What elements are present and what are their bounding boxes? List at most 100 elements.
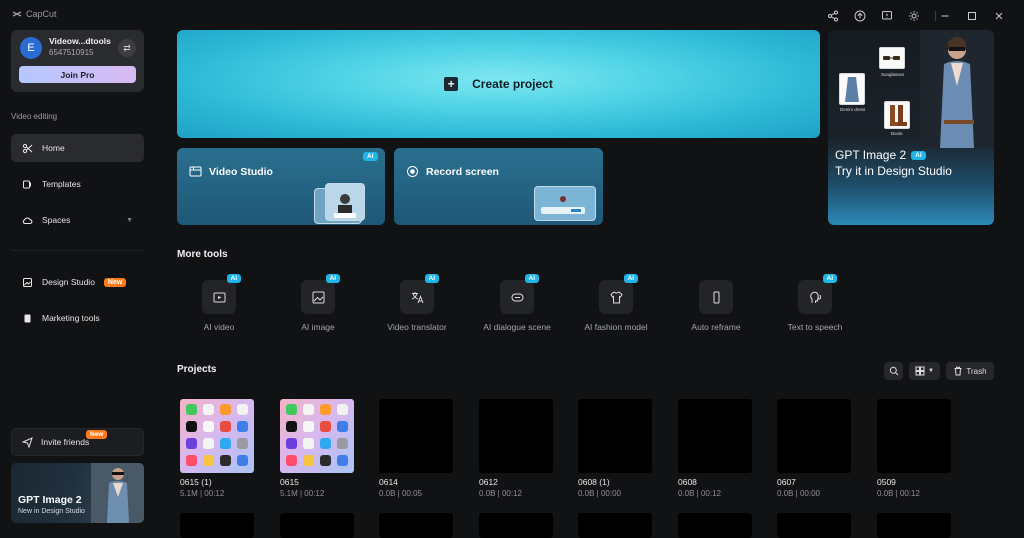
project-card[interactable]: 0615 (1) 5.1M | 00:12: [180, 399, 254, 498]
project-thumbnail[interactable]: [180, 513, 254, 538]
app-icon: [303, 438, 314, 449]
upload-icon[interactable]: [852, 8, 868, 24]
app-icon: [237, 438, 248, 449]
design-icon: [23, 277, 32, 287]
titlebar-divider: [935, 11, 936, 21]
sidebar-item-label: Design Studio: [42, 277, 95, 287]
app-icon: [237, 421, 248, 432]
tool-ai-video[interactable]: AI AI video: [169, 274, 269, 332]
more-tools-heading: More tools: [177, 249, 228, 260]
gpt-image-promo-sidebar[interactable]: GPT Image 2 New in Design Studio: [11, 463, 144, 523]
project-meta: 0.0B | 00:00: [777, 489, 820, 498]
sidebar-item-label: Templates: [42, 179, 81, 189]
promo-subtitle: Try it in Design Studio: [835, 164, 952, 178]
app-icon: [237, 455, 248, 466]
app-icon: [203, 438, 214, 449]
close-icon[interactable]: [991, 8, 1007, 24]
trash-icon: [954, 366, 962, 376]
capcut-logo-icon: [12, 11, 22, 17]
gpt-image-promo-card[interactable]: Sunglasses Denim dress Boots GPT Image 2…: [828, 30, 994, 225]
fashion-icon: AI: [599, 274, 638, 314]
sidebar-item-home[interactable]: Home: [11, 134, 144, 162]
ai-video-icon: AI: [202, 274, 241, 314]
sidebar-item-templates[interactable]: Templates: [11, 170, 144, 198]
sunglasses-product-image: [879, 47, 905, 69]
promo-title: GPT Image 2 AI: [835, 148, 926, 162]
ai-tag: AI: [623, 274, 638, 283]
app-icon: [186, 455, 197, 466]
new-badge: New: [103, 277, 127, 287]
view-mode-button[interactable]: ▼: [909, 362, 940, 380]
project-thumbnail: [180, 399, 254, 473]
project-card[interactable]: 0608 (1) 0.0B | 00:00: [578, 399, 652, 498]
app-icon: [220, 438, 231, 449]
join-pro-button[interactable]: Join Pro: [19, 66, 136, 83]
project-name: 0608: [678, 477, 697, 487]
project-card[interactable]: 0614 0.0B | 00:05: [379, 399, 453, 498]
project-thumbnail[interactable]: [678, 513, 752, 538]
project-card[interactable]: 0509 0.0B | 00:12: [877, 399, 951, 498]
ai-image-icon: AI: [301, 274, 340, 314]
dialogue-icon: AI: [500, 274, 539, 314]
minimize-icon[interactable]: [937, 8, 953, 24]
tool-label: AI image: [301, 322, 335, 332]
video-studio-title: Video Studio: [189, 165, 273, 178]
app-icon: [303, 455, 314, 466]
project-thumbnail: [877, 399, 951, 473]
avatar[interactable]: E: [20, 37, 42, 59]
app-icon: [220, 404, 231, 415]
translate-icon: AI: [400, 274, 439, 314]
project-thumbnail[interactable]: [479, 513, 553, 538]
project-card[interactable]: 0608 0.0B | 00:12: [678, 399, 752, 498]
tool-text-to-speech[interactable]: AI Text to speech: [765, 274, 865, 332]
trash-button[interactable]: Trash: [946, 362, 994, 380]
search-projects-button[interactable]: [884, 362, 903, 380]
project-thumbnail[interactable]: [877, 513, 951, 538]
video-studio-card[interactable]: Video Studio AI: [177, 148, 385, 225]
project-card[interactable]: 0607 0.0B | 00:00: [777, 399, 851, 498]
project-card[interactable]: 0615 5.1M | 00:12: [280, 399, 354, 498]
promo-title: GPT Image 2: [18, 494, 82, 506]
invite-friends-button[interactable]: Invite friends: [11, 428, 144, 456]
project-name: 0509: [877, 477, 896, 487]
sidebar-item-spaces[interactable]: Spaces ▼: [11, 206, 144, 234]
invite-label: Invite friends: [41, 437, 90, 447]
sidebar-item-marketing-tools[interactable]: Marketing tools: [11, 304, 144, 332]
project-thumbnail[interactable]: [578, 513, 652, 538]
sidebar-item-label: Spaces: [42, 215, 71, 225]
share-icon[interactable]: [825, 8, 841, 24]
project-thumbnail[interactable]: [777, 513, 851, 538]
chevron-down-icon[interactable]: ▼: [126, 217, 133, 224]
project-name: 0614: [379, 477, 398, 487]
project-name: 0608 (1): [578, 477, 610, 487]
tool-label: Video translator: [387, 322, 447, 332]
ai-tag: AI: [524, 274, 539, 283]
chevron-down-icon: ▼: [928, 368, 934, 374]
app-icon: [186, 438, 197, 449]
tool-ai-fashion-model[interactable]: AI AI fashion model: [566, 274, 666, 332]
create-project-button[interactable]: + Create project: [177, 30, 820, 138]
app-icon: [286, 421, 297, 432]
project-card[interactable]: 0612 0.0B | 00:12: [479, 399, 553, 498]
search-icon: [889, 366, 898, 376]
project-name: 0607: [777, 477, 796, 487]
tool-ai-image[interactable]: AI AI image: [268, 274, 368, 332]
app-icon: [186, 404, 197, 415]
project-thumbnail[interactable]: [379, 513, 453, 538]
record-screen-card[interactable]: Record screen: [394, 148, 603, 225]
switch-account-icon[interactable]: ⇄: [118, 39, 136, 57]
video-studio-icon: [189, 166, 202, 177]
tool-video-translator[interactable]: AI Video translator: [367, 274, 467, 332]
settings-icon[interactable]: [906, 8, 922, 24]
sidebar-item-design-studio[interactable]: Design Studio New: [11, 268, 144, 296]
app-icon: [220, 421, 231, 432]
send-icon: [22, 436, 33, 448]
dress-product-image: [839, 73, 865, 105]
feedback-icon[interactable]: [879, 8, 895, 24]
project-thumbnail[interactable]: [280, 513, 354, 538]
app-icon: [320, 455, 331, 466]
maximize-icon[interactable]: [964, 8, 980, 24]
tool-auto-reframe[interactable]: Auto reframe: [666, 280, 766, 332]
ai-tag: AI: [911, 150, 926, 160]
tool-ai-dialogue-scene[interactable]: AI AI dialogue scene: [467, 274, 567, 332]
